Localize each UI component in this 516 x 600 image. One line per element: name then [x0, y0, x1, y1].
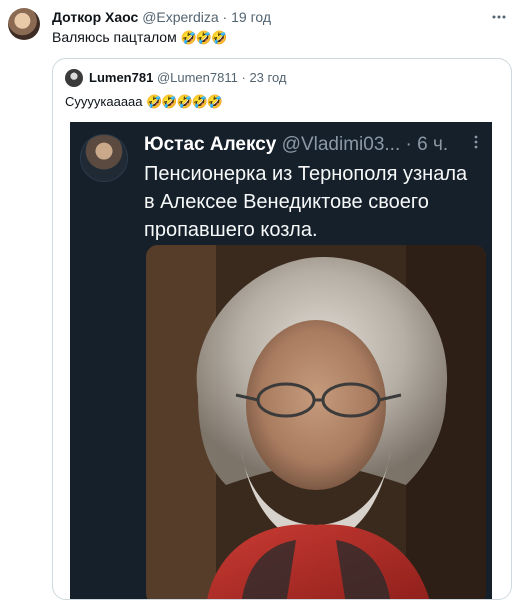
laughing-emoji-icon: 🤣🤣🤣🤣🤣 — [146, 94, 223, 109]
separator-dot: · — [222, 9, 228, 25]
portrait-photo — [146, 245, 486, 599]
quoted-tweet[interactable]: Lumen781 @Lumen7811 · 23 год Суууукааааа… — [52, 58, 512, 600]
inner-tweet-text-line: пропавшего козла. — [144, 219, 318, 241]
inner-tweet-header: Юстас Алексу @Vladimi03... · 6 ч. — [144, 132, 448, 158]
inner-tweet-time: 6 ч. — [417, 134, 449, 155]
inner-tweet-text: Пенсионерка из Тернополя узнала в Алексе… — [144, 160, 484, 244]
tweet-time[interactable]: 19 год — [231, 9, 271, 25]
inner-tweet-text-line: в Алексее Венедиктове своего — [144, 191, 429, 213]
inner-author-handle: @Vladimi03... — [281, 134, 401, 155]
avatar[interactable] — [8, 8, 40, 40]
author-handle[interactable]: @Experdiza — [142, 9, 218, 25]
separator-dot: · — [405, 134, 412, 155]
more-options-icon[interactable] — [490, 8, 508, 26]
laughing-emoji-icon: 🤣🤣🤣 — [180, 30, 228, 45]
tweet-text: Валяюсь пацталом 🤣🤣🤣 — [52, 28, 228, 47]
avatar — [80, 134, 128, 182]
quoted-tweet-time[interactable]: 23 год — [249, 70, 286, 85]
more-options-icon — [470, 134, 482, 155]
tweet-text-body: Валяюсь пацталом — [52, 29, 177, 45]
avatar[interactable] — [65, 69, 83, 87]
tweet-screenshot-image[interactable]: Юстас Алексу @Vladimi03... · 6 ч. Пенсио… — [70, 122, 492, 599]
quoted-author-handle[interactable]: @Lumen7811 — [157, 70, 238, 85]
tweet-header: Доткор Хаос @Experdiza · 19 год — [52, 8, 271, 26]
inner-author-name: Юстас Алексу — [144, 134, 277, 155]
author-name[interactable]: Доткор Хаос — [52, 9, 138, 25]
quoted-tweet-header: Lumen781 @Lumen7811 · 23 год — [89, 69, 287, 87]
quoted-tweet-text: Суууукааааа 🤣🤣🤣🤣🤣 — [65, 93, 223, 111]
quoted-tweet-text-body: Суууукааааа — [65, 94, 143, 109]
separator-dot: · — [241, 70, 246, 85]
inner-tweet-text-line: Пенсионерка из Тернополя узнала — [144, 163, 468, 185]
tweet-card[interactable]: Доткор Хаос @Experdiza · 19 год Валяюсь … — [0, 0, 516, 600]
quoted-author-name[interactable]: Lumen781 — [89, 70, 153, 85]
